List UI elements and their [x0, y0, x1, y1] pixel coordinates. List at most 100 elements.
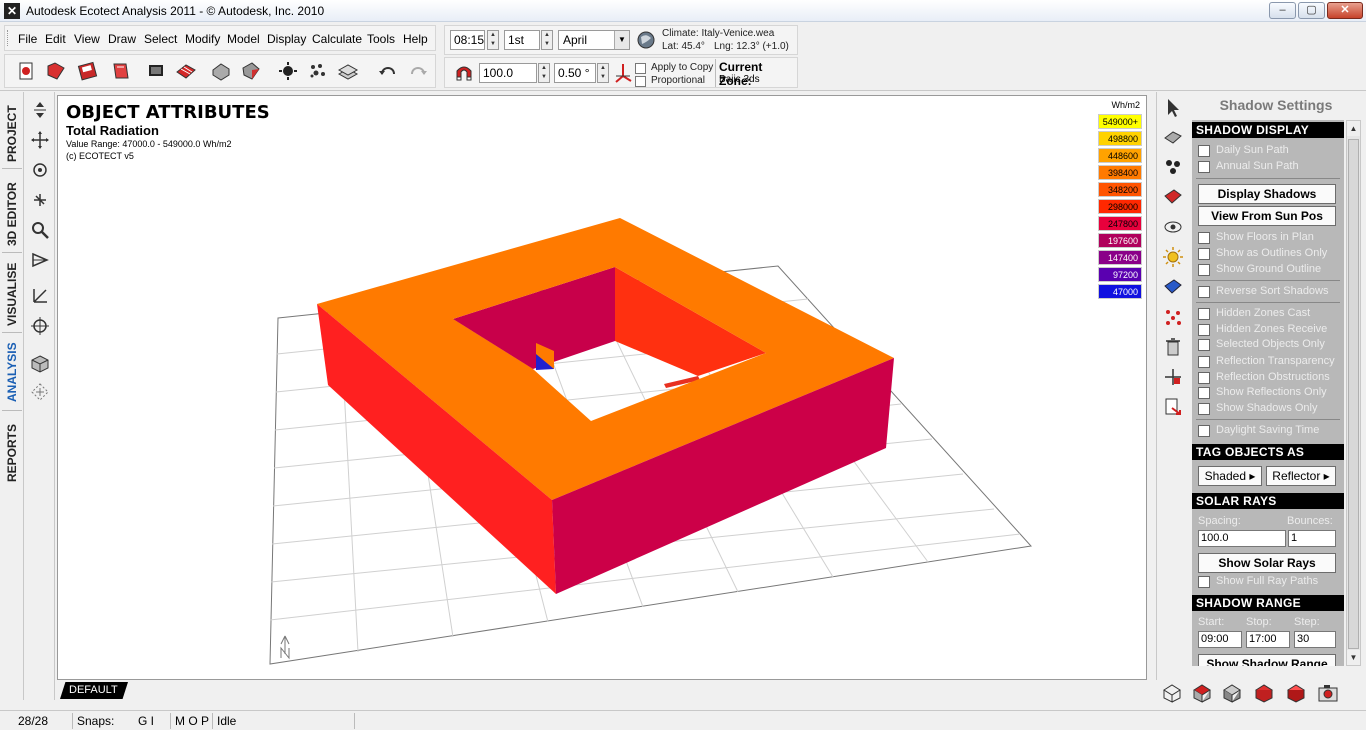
wireframe-box-icon[interactable] [1160, 682, 1184, 704]
panel-scrollbar[interactable]: ▲ ▼ [1346, 120, 1361, 666]
show-floors-toggle[interactable]: Show Floors in Plan [1198, 230, 1344, 245]
reverse-sort-toggle[interactable]: Reverse Sort Shadows [1198, 284, 1344, 299]
menu-modify[interactable]: Modify [185, 32, 220, 46]
scatter-icon[interactable] [307, 60, 329, 82]
hidden-cast-toggle[interactable]: Hidden Zones Cast [1198, 306, 1344, 321]
fit-view-icon[interactable] [30, 382, 50, 402]
scale-input[interactable]: 100.0 [479, 63, 537, 83]
checkbox[interactable] [1198, 286, 1210, 298]
orbit-icon[interactable] [30, 160, 50, 180]
pan-vertical-icon[interactable] [30, 100, 50, 120]
tab-visualise[interactable]: VISUALISE [2, 258, 22, 328]
stack-layers-icon[interactable] [337, 60, 359, 82]
display-shadows-button[interactable]: Display Shadows [1198, 184, 1336, 204]
angle-spinner[interactable]: ▲ ▼ [597, 63, 609, 83]
move-icon[interactable] [30, 130, 50, 150]
scroll-up-icon[interactable]: ▲ [1347, 121, 1360, 136]
grid-surface-icon[interactable] [175, 60, 197, 82]
show-shadows-toggle[interactable]: Show Shadows Only [1198, 401, 1344, 416]
cube-view-icon[interactable] [30, 354, 50, 374]
tab-analysis[interactable]: ANALYSIS [2, 338, 22, 404]
menu-draw[interactable]: Draw [108, 32, 136, 46]
walk-icon[interactable] [30, 190, 50, 210]
close-button[interactable]: ✕ [1327, 2, 1363, 19]
step-input[interactable]: 30 [1294, 631, 1336, 648]
checkbox[interactable] [1198, 248, 1210, 260]
pointer-icon[interactable] [1162, 97, 1184, 119]
checkbox[interactable] [1198, 264, 1210, 276]
axis-icon[interactable] [613, 62, 633, 84]
eye-icon[interactable] [1162, 216, 1184, 238]
menu-calculate[interactable]: Calculate [312, 32, 362, 46]
tab-reports[interactable]: REPORTS [2, 418, 22, 484]
particles-icon[interactable] [1162, 156, 1184, 178]
tab-3d-editor[interactable]: 3D EDITOR [2, 174, 22, 248]
day-spinner[interactable]: ▲ ▼ [541, 30, 553, 50]
checkbox[interactable] [1198, 145, 1210, 157]
menu-model[interactable]: Model [227, 32, 260, 46]
sun-particles-icon[interactable] [277, 60, 299, 82]
menu-view[interactable]: View [74, 32, 100, 46]
time-input[interactable]: 08:15 [450, 30, 485, 50]
globe-icon[interactable] [636, 30, 656, 50]
full-ray-paths-toggle[interactable]: Show Full Ray Paths [1198, 574, 1344, 589]
reflection-obstructions-toggle[interactable]: Reflection Obstructions [1198, 370, 1344, 385]
proportional-checkbox[interactable] [635, 76, 646, 87]
checkbox[interactable] [1198, 403, 1210, 415]
checkbox[interactable] [1198, 372, 1210, 384]
tab-project[interactable]: PROJECT [2, 102, 22, 164]
solid-box-icon[interactable] [1284, 682, 1308, 704]
scale-spinner[interactable]: ▲ ▼ [538, 63, 550, 83]
magnet-icon[interactable] [453, 63, 475, 85]
bounces-input[interactable]: 1 [1288, 530, 1336, 547]
hidden-receive-toggle[interactable]: Hidden Zones Receive [1198, 322, 1344, 337]
red-box-icon[interactable] [1190, 682, 1214, 704]
zoom-icon[interactable] [30, 220, 50, 240]
menu-select[interactable]: Select [144, 32, 177, 46]
checkbox[interactable] [1198, 232, 1210, 244]
sun-icon[interactable] [1162, 246, 1184, 268]
show-reflections-toggle[interactable]: Show Reflections Only [1198, 385, 1344, 400]
open-file-icon[interactable] [45, 60, 67, 82]
minimize-button[interactable]: – [1269, 2, 1296, 19]
show-outlines-toggle[interactable]: Show as Outlines Only [1198, 246, 1344, 261]
3d-viewport[interactable]: OBJECT ATTRIBUTES Total Radiation Value … [57, 95, 1147, 680]
start-time-input[interactable]: 09:00 [1198, 631, 1242, 648]
checkbox[interactable] [1198, 356, 1210, 368]
camera-icon[interactable] [1316, 682, 1340, 704]
annual-sun-path-toggle[interactable]: Annual Sun Path [1198, 159, 1344, 174]
red-grid-box-icon[interactable] [1252, 682, 1276, 704]
apply-to-copy-checkbox[interactable] [635, 63, 646, 74]
section-tag-objects[interactable]: TAG OBJECTS AS [1192, 444, 1344, 460]
crosshair-icon[interactable] [30, 316, 50, 336]
tag-reflector-button[interactable]: Reflector ▸ [1266, 466, 1336, 486]
menu-display[interactable]: Display [267, 32, 306, 46]
show-shadow-range-button[interactable]: Show Shadow Range [1198, 654, 1336, 666]
checkbox[interactable] [1198, 308, 1210, 320]
stop-time-input[interactable]: 17:00 [1246, 631, 1290, 648]
save-file-icon[interactable] [77, 60, 99, 82]
toolbar-grip[interactable] [7, 30, 10, 46]
print-icon[interactable] [110, 60, 132, 82]
spacing-input[interactable]: 100.0 [1198, 530, 1286, 547]
menu-tools[interactable]: Tools [367, 32, 395, 46]
section-solar-rays[interactable]: SOLAR RAYS [1192, 493, 1344, 509]
grey-box-icon[interactable] [1220, 682, 1244, 704]
section-shadow-range[interactable]: SHADOW RANGE [1192, 595, 1344, 611]
blue-panel-icon[interactable] [1162, 276, 1184, 298]
checkbox[interactable] [1198, 387, 1210, 399]
reflection-transparency-toggle[interactable]: Reflection Transparency [1198, 354, 1344, 369]
section-shadow-display[interactable]: SHADOW DISPLAY [1192, 122, 1344, 138]
scroll-thumb[interactable] [1348, 139, 1359, 649]
menu-file[interactable]: File [18, 32, 37, 46]
redo-icon[interactable] [407, 60, 429, 82]
checkbox[interactable] [1198, 324, 1210, 336]
axes-icon[interactable] [30, 286, 50, 306]
object-red-icon[interactable] [240, 60, 262, 82]
perspective-icon[interactable] [30, 250, 50, 270]
tag-shaded-button[interactable]: Shaded ▸ [1198, 466, 1262, 486]
angle-input[interactable]: 0.50 ° [554, 63, 596, 83]
checkbox[interactable] [1198, 339, 1210, 351]
show-ground-toggle[interactable]: Show Ground Outline [1198, 262, 1344, 277]
menu-edit[interactable]: Edit [45, 32, 66, 46]
